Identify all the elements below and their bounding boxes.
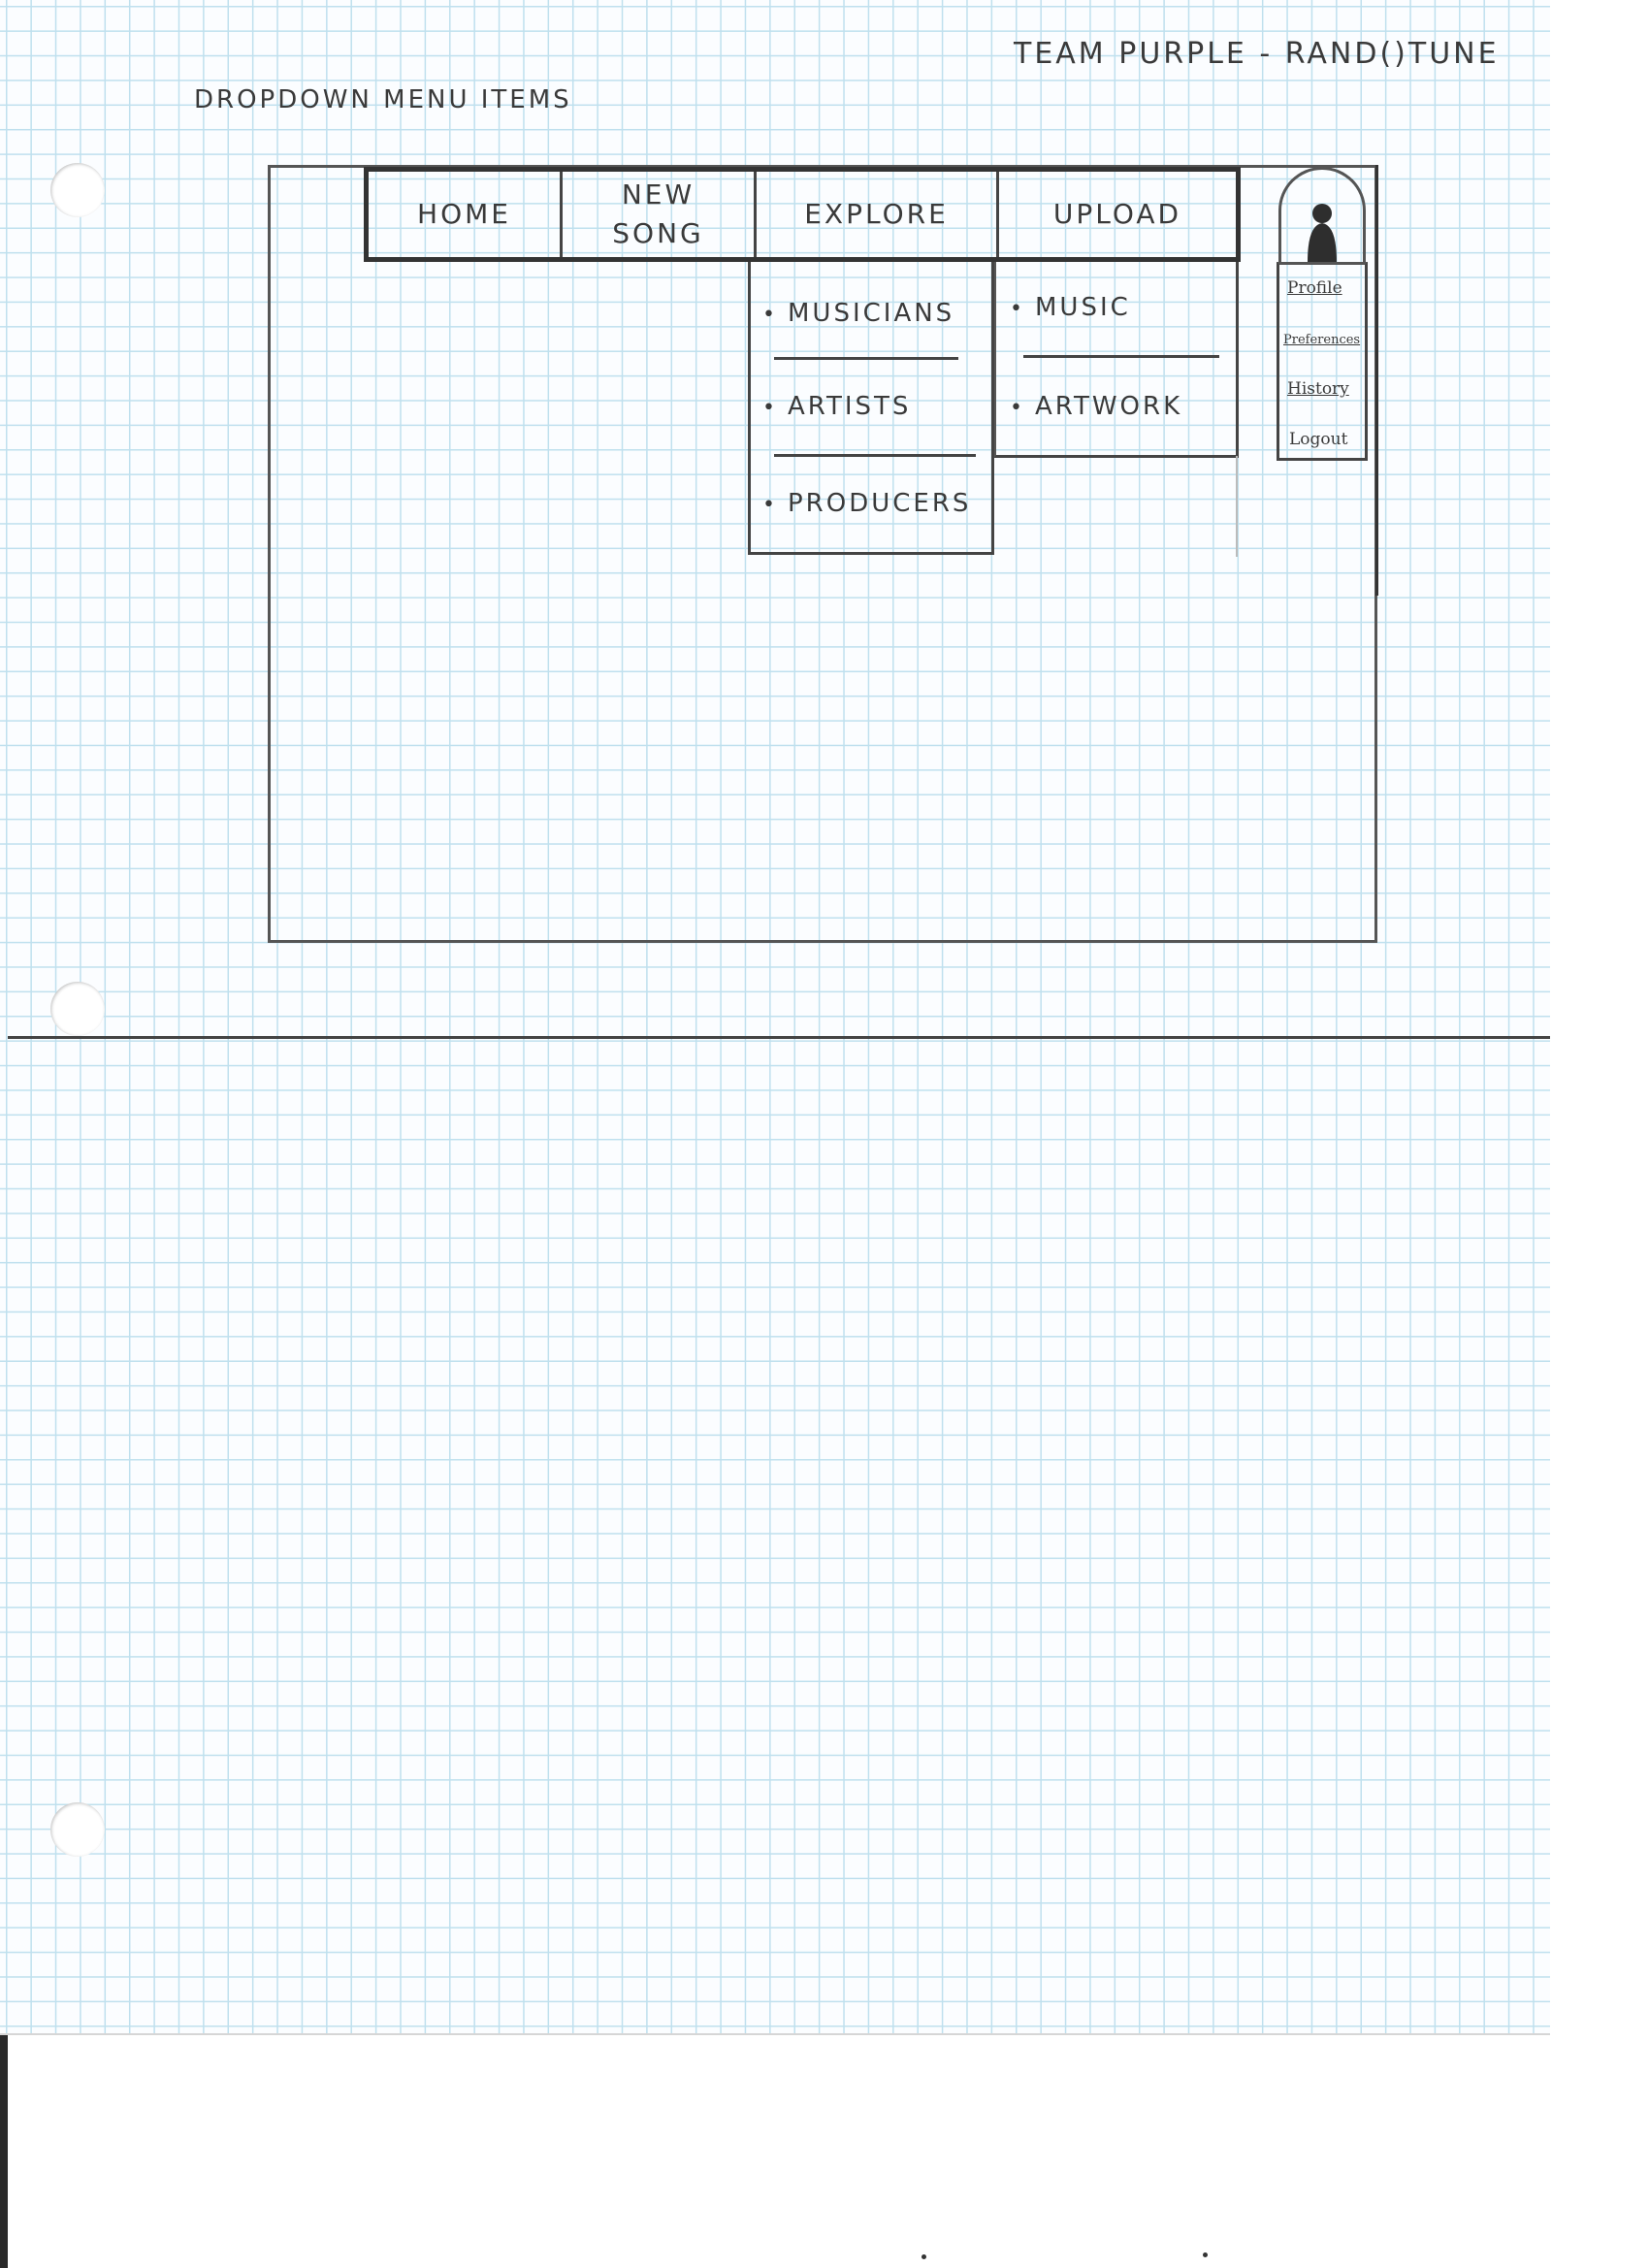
dropdown-item-artwork[interactable]: ARTWORK xyxy=(1010,392,1182,421)
binder-hole xyxy=(50,982,105,1036)
dropdown-divider xyxy=(1023,355,1219,358)
dropdown-divider xyxy=(774,454,976,457)
profile-dropdown: Profile Preferences History Logout xyxy=(1277,262,1368,461)
nav-upload[interactable]: UPLOAD xyxy=(999,172,1236,257)
dropdown-item-producers[interactable]: PRODUCERS xyxy=(762,489,971,518)
nav-new-song-label: NEW SONG xyxy=(612,178,704,249)
page-subtitle: DROPDOWN MENU ITEMS xyxy=(194,85,572,114)
profile-menu-profile[interactable]: Profile xyxy=(1287,278,1342,298)
nav-new-song[interactable]: NEW SONG xyxy=(563,172,757,257)
nav-home[interactable]: HOME xyxy=(369,172,563,257)
guide-line xyxy=(1236,456,1238,557)
explore-dropdown: MUSICIANS ARTISTS PRODUCERS xyxy=(748,262,994,555)
window-edge-shadow xyxy=(1375,165,1378,596)
page-divider xyxy=(8,1036,1550,1039)
scan-margin xyxy=(0,2035,8,2268)
speck xyxy=(1203,2252,1208,2257)
profile-menu-logout[interactable]: Logout xyxy=(1289,430,1347,449)
main-nav-bar: HOME NEW SONG EXPLORE UPLOAD xyxy=(364,167,1241,262)
binder-hole xyxy=(50,1802,105,1857)
nav-explore[interactable]: EXPLORE xyxy=(757,172,999,257)
binder-hole xyxy=(50,163,105,217)
dropdown-divider xyxy=(774,357,958,360)
user-silhouette-icon[interactable] xyxy=(1300,194,1344,262)
paper-edge xyxy=(0,2033,1550,2035)
page-title: TEAM PURPLE - RAND()TUNE xyxy=(1014,37,1500,71)
dropdown-item-artists[interactable]: ARTISTS xyxy=(762,392,911,421)
upload-dropdown: MUSIC ARTWORK xyxy=(994,262,1239,458)
speck xyxy=(922,2254,926,2259)
profile-menu-preferences[interactable]: Preferences xyxy=(1283,333,1360,347)
profile-menu-history[interactable]: History xyxy=(1287,379,1349,399)
dropdown-item-music[interactable]: MUSIC xyxy=(1010,293,1131,322)
dropdown-item-musicians[interactable]: MUSICIANS xyxy=(762,299,954,328)
